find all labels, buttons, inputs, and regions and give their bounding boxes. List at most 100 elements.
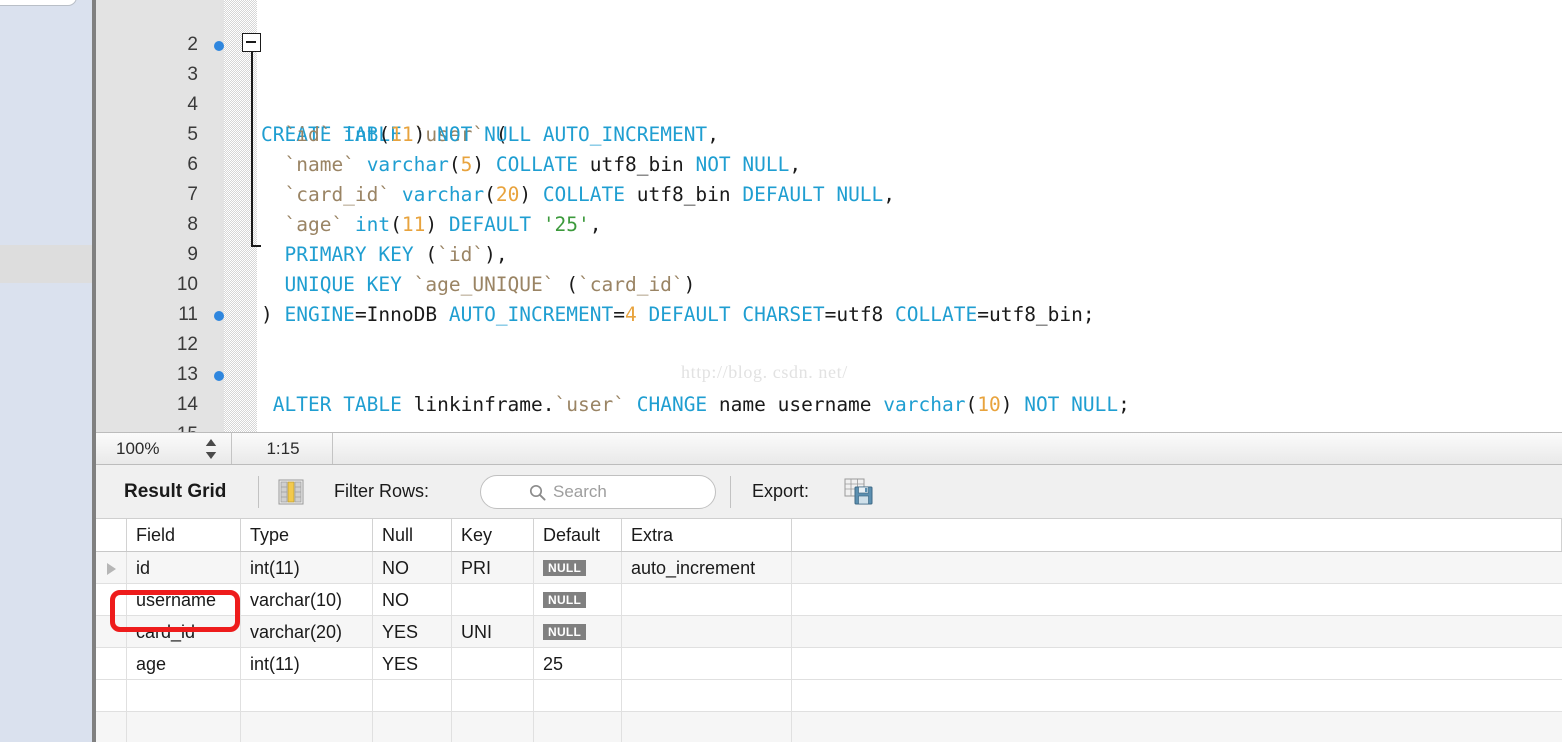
cell-extra[interactable]	[622, 584, 792, 615]
table-row[interactable]: id int(11) NO PRI NULL auto_increment	[96, 552, 1562, 584]
sidebar-selected-row[interactable]	[0, 245, 92, 283]
row-marker-header	[96, 519, 127, 551]
breakpoint-marker-icon[interactable]	[214, 371, 224, 381]
cell-default[interactable]	[534, 680, 622, 711]
breakpoint-marker-icon[interactable]	[214, 41, 224, 51]
cell-null[interactable]: YES	[373, 648, 452, 679]
result-grid-toolbar: Result Grid Filter Rows: Search Export:	[96, 465, 1562, 519]
stepper-arrows-icon	[205, 439, 217, 459]
code-line[interactable]: 13	[96, 330, 1562, 385]
table-row[interactable]: card_id varchar(20) YES UNI NULL	[96, 616, 1562, 648]
cell-default[interactable]: 25	[534, 648, 622, 679]
code-line[interactable]: 12 ALTER TABLE linkinframe.`user` CHANGE…	[96, 300, 1562, 416]
code-line[interactable]: 6 `card_id` varchar(20) COLLATE utf8_bin…	[96, 120, 1562, 206]
zoom-control[interactable]: 100%	[96, 433, 232, 464]
export-grid-icon[interactable]	[844, 477, 874, 507]
cell-filler	[792, 552, 1562, 583]
cell-field[interactable]	[127, 712, 241, 742]
toolbar-separator	[730, 476, 731, 508]
cell-field[interactable]: id	[127, 552, 241, 583]
code-line[interactable]: 5 `name` varchar(5) COLLATE utf8_bin NOT…	[96, 90, 1562, 176]
column-header-extra[interactable]: Extra	[622, 519, 792, 551]
code-line[interactable]: 8 PRIMARY KEY (`id`),	[96, 180, 1562, 266]
filter-search-box[interactable]	[480, 475, 716, 509]
table-row[interactable]: username varchar(10) NO NULL	[96, 584, 1562, 616]
sidebar-search-box[interactable]	[0, 0, 77, 6]
code-line[interactable]: 3 CREATE TABLE `user` (	[96, 30, 1562, 146]
code-line[interactable]: 11	[96, 270, 1562, 325]
cell-type[interactable]	[241, 712, 373, 742]
grid-columns-icon[interactable]	[278, 479, 304, 505]
row-marker-cell[interactable]	[96, 552, 127, 583]
cell-filler	[792, 648, 1562, 679]
watermark-text: http://blog. csdn. net/	[681, 362, 848, 382]
cell-key[interactable]	[452, 680, 534, 711]
cell-default[interactable]: NULL	[534, 584, 622, 615]
cell-extra[interactable]	[622, 712, 792, 742]
cell-filler	[792, 680, 1562, 711]
code-line[interactable]: 10 ) ENGINE=InnoDB AUTO_INCREMENT=4 DEFA…	[96, 240, 1562, 326]
cell-default[interactable]: NULL	[534, 552, 622, 583]
null-badge: NULL	[543, 624, 587, 640]
cell-key[interactable]	[452, 584, 534, 615]
cell-type[interactable]: int(11)	[241, 648, 373, 679]
search-icon	[529, 484, 546, 501]
cell-key[interactable]	[452, 648, 534, 679]
filter-rows-label: Filter Rows:	[334, 481, 430, 501]
cell-null[interactable]: YES	[373, 616, 452, 647]
sql-query-editor[interactable]: 2 3 CREATE TABLE `user` ( 4 `id` int(11)…	[96, 0, 1562, 432]
cell-extra[interactable]	[622, 680, 792, 711]
cell-field[interactable]: age	[127, 648, 241, 679]
cell-filler	[792, 712, 1562, 742]
cell-extra[interactable]	[622, 616, 792, 647]
cell-default[interactable]: NULL	[534, 616, 622, 647]
column-header-default[interactable]: Default	[534, 519, 622, 551]
mysql-workbench-window: 2 3 CREATE TABLE `user` ( 4 `id` int(11)…	[0, 0, 1562, 742]
cell-field[interactable]	[127, 680, 241, 711]
row-marker-cell[interactable]	[96, 680, 127, 711]
cell-key[interactable]: UNI	[452, 616, 534, 647]
column-header-field[interactable]: Field	[127, 519, 241, 551]
row-marker-cell[interactable]	[96, 584, 127, 615]
zoom-stepper[interactable]	[204, 437, 218, 461]
table-row-empty[interactable]	[96, 712, 1562, 742]
result-grid-table[interactable]: Field Type Null Key Default Extra id int…	[96, 519, 1562, 742]
table-row[interactable]: age int(11) YES 25	[96, 648, 1562, 680]
cell-field[interactable]: card_id	[127, 616, 241, 647]
column-header-key[interactable]: Key	[452, 519, 534, 551]
cell-null[interactable]: NO	[373, 584, 452, 615]
breakpoint-marker-icon[interactable]	[214, 311, 224, 321]
code-line[interactable]: 15	[96, 390, 1562, 432]
cell-default[interactable]	[534, 712, 622, 742]
cursor-position-label: 1:15	[266, 439, 300, 458]
search-icon-svg	[529, 484, 546, 501]
cell-extra[interactable]: auto_increment	[622, 552, 792, 583]
cell-key[interactable]: PRI	[452, 552, 534, 583]
column-header-type[interactable]: Type	[241, 519, 373, 551]
cell-type[interactable]: varchar(10)	[241, 584, 373, 615]
code-line[interactable]: 7 `age` int(11) DEFAULT '25',	[96, 150, 1562, 236]
cell-type[interactable]: int(11)	[241, 552, 373, 583]
code-line[interactable]: 2	[96, 0, 1562, 55]
row-marker-cell[interactable]	[96, 648, 127, 679]
search-input[interactable]	[553, 476, 703, 508]
row-marker-cell[interactable]	[96, 616, 127, 647]
column-header-filler	[792, 519, 1562, 551]
schema-navigator-panel[interactable]	[0, 0, 92, 742]
cell-null[interactable]: NO	[373, 552, 452, 583]
cell-extra[interactable]	[622, 648, 792, 679]
cell-type[interactable]	[241, 680, 373, 711]
cell-null[interactable]	[373, 712, 452, 742]
cell-field[interactable]: username	[127, 584, 241, 615]
code-line[interactable]: 9 UNIQUE KEY `age_UNIQUE` (`card_id`)	[96, 210, 1562, 296]
row-marker-cell[interactable]	[96, 712, 127, 742]
cell-null[interactable]	[373, 680, 452, 711]
code-line[interactable]: 4 `id` int(11) NOT NULL AUTO_INCREMENT,	[96, 60, 1562, 146]
table-row-empty[interactable]	[96, 680, 1562, 712]
null-badge: NULL	[543, 560, 587, 576]
export-grid-icon-svg	[844, 478, 873, 505]
cell-key[interactable]	[452, 712, 534, 742]
cell-type[interactable]: varchar(20)	[241, 616, 373, 647]
column-header-null[interactable]: Null	[373, 519, 452, 551]
export-label: Export:	[752, 481, 810, 501]
